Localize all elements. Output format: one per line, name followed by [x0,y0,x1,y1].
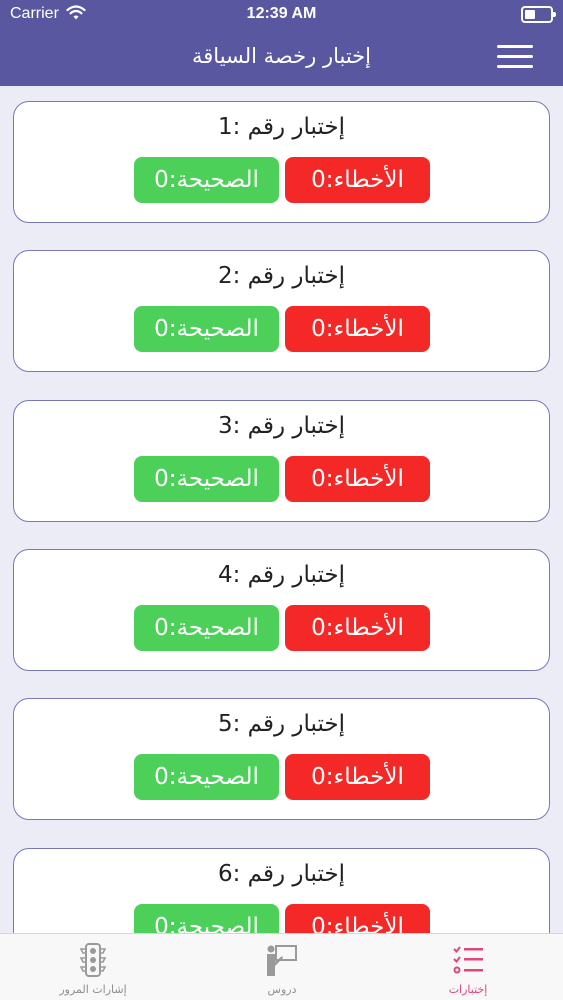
tab-tests[interactable]: إختبارات [408,934,528,1000]
test-card[interactable]: إختبار رقم :2 الأخطاء:0 الصحيحة:0 [13,250,550,372]
battery-icon [521,6,556,23]
tab-lessons[interactable]: دروس [222,934,342,1000]
navigation-bar: إختبار رخصة السياقة [0,30,563,86]
wrong-count-badge: الأخطاء:0 [285,904,430,933]
test-title: إختبار رقم :2 [217,263,346,289]
wrong-count-badge: الأخطاء:0 [285,456,430,502]
lesson-presenter-icon [267,945,297,976]
test-list[interactable]: إختبار رقم :1 الأخطاء:0 الصحيحة:0 إختبار… [0,86,563,933]
hamburger-menu-icon[interactable] [497,45,533,69]
correct-count-badge: الصحيحة:0 [134,754,279,800]
correct-count-badge: الصحيحة:0 [134,605,279,651]
test-title: إختبار رقم :5 [217,711,346,737]
test-title: إختبار رقم :1 [217,114,346,140]
checklist-icon [453,946,483,974]
correct-count-badge: الصحيحة:0 [134,904,279,933]
test-title: إختبار رقم :6 [217,861,346,887]
tab-label: دروس [267,983,297,996]
test-card[interactable]: إختبار رقم :4 الأخطاء:0 الصحيحة:0 [13,549,550,671]
test-card[interactable]: إختبار رقم :3 الأخطاء:0 الصحيحة:0 [13,400,550,522]
page-title: إختبار رخصة السياقة [192,44,371,68]
wrong-count-badge: الأخطاء:0 [285,754,430,800]
traffic-light-icon [79,943,107,977]
tab-traffic-signs[interactable]: إشارات المرور [33,934,153,1000]
test-card[interactable]: إختبار رقم :1 الأخطاء:0 الصحيحة:0 [13,101,550,223]
tab-label: إشارات المرور [59,983,127,996]
tab-label: إختبارات [448,983,488,996]
tab-bar: إشارات المرور دروس إختبارات [0,933,563,1000]
wrong-count-badge: الأخطاء:0 [285,605,430,651]
correct-count-badge: الصحيحة:0 [134,306,279,352]
status-bar: Carrier 12:39 AM [0,0,563,30]
test-card[interactable]: إختبار رقم :5 الأخطاء:0 الصحيحة:0 [13,698,550,820]
wrong-count-badge: الأخطاء:0 [285,306,430,352]
test-title: إختبار رقم :3 [217,413,346,439]
correct-count-badge: الصحيحة:0 [134,456,279,502]
correct-count-badge: الصحيحة:0 [134,157,279,203]
clock-time: 12:39 AM [246,5,317,22]
test-title: إختبار رقم :4 [217,562,346,588]
test-card[interactable]: إختبار رقم :6 الأخطاء:0 الصحيحة:0 [13,848,550,933]
wrong-count-badge: الأخطاء:0 [285,157,430,203]
